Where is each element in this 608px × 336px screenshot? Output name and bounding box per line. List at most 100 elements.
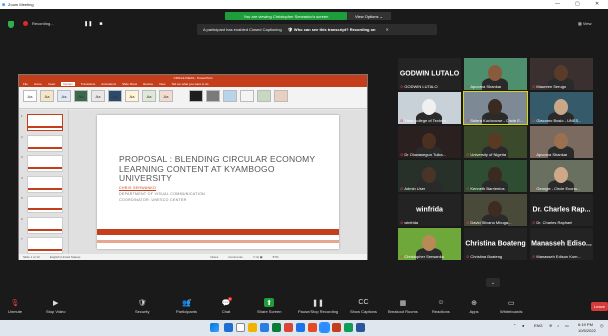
toolbar-button[interactable]: ❚❚ Pause/Stop Recording [298, 298, 338, 315]
tray-icon[interactable]: ● [522, 323, 524, 328]
close-button[interactable]: ✕ [595, 1, 599, 7]
theme-swatch[interactable]: Aa [108, 90, 122, 102]
theme-swatch[interactable]: Aa [57, 90, 71, 102]
ppt-tab[interactable]: Design [61, 82, 75, 86]
participant-tile[interactable]: ⊘Dr Oluwasegun Tuika... [398, 126, 461, 158]
clock-date[interactable]: 10/5/2022 [578, 328, 596, 333]
minimize-button[interactable]: — [555, 1, 560, 7]
variant-swatch[interactable] [223, 90, 237, 102]
theme-swatch[interactable]: Aa [40, 90, 54, 102]
participant-tile[interactable]: ⊘Maureen Serugo [530, 58, 593, 90]
transcript-visibility-link[interactable]: 🛡 Who can see this transcript? Recording… [288, 27, 376, 32]
theme-swatch[interactable]: Aa [74, 90, 88, 102]
start-menu-icon[interactable] [210, 323, 219, 332]
toolbar-button[interactable]: ⬆ Share Screen [257, 298, 281, 314]
toolbar-button[interactable]: ⊕ Apps [469, 298, 479, 315]
participant-tile[interactable]: ⊘University of Nigeria [464, 126, 527, 158]
taskbar-app-icon[interactable] [224, 323, 233, 332]
toolbar-button[interactable]: 👥 27 Participants [176, 298, 197, 314]
slide-thumbnail[interactable] [27, 155, 63, 172]
toolbar-button[interactable]: 🎙 Unmute [8, 298, 22, 315]
taskbar-app-icon[interactable] [248, 323, 257, 332]
maximize-button[interactable]: ▢ [575, 1, 580, 7]
participant-tile[interactable]: ⊘David Silvano Mbuga... [464, 194, 527, 226]
participant-tile[interactable]: GODWIN LUTALO ⊘GODWIN LUTALO [398, 58, 461, 90]
theme-swatch[interactable]: Aa [159, 90, 173, 102]
participant-name: Christopher Serwanko [404, 254, 444, 259]
slide-thumbnail[interactable] [27, 216, 63, 234]
participant-tile[interactable]: ⊘Yaba college of Techno... [398, 92, 461, 124]
tray-chevron-icon[interactable]: ⌃ [513, 323, 516, 328]
shared-screen[interactable]: CIRCLE IDEAS - PowerPoint File Home Insert… [18, 74, 368, 260]
participant-tile[interactable]: winfrida ⊘winfrida [398, 194, 461, 226]
participant-tile[interactable]: ⊘Admin User [398, 160, 461, 192]
ppt-tab[interactable]: Review [143, 82, 153, 86]
variant-swatch[interactable] [240, 90, 254, 102]
participant-tile[interactable]: ⊘Georgie - Circle Econo... [530, 160, 593, 192]
toolbar-button[interactable]: 💬 3 Chat [221, 297, 232, 314]
variant-swatch[interactable] [206, 90, 220, 102]
participant-tile[interactable]: ⊘Solera Kuciovuwe - Circle E... [463, 91, 528, 125]
slide-thumbnail[interactable] [27, 134, 63, 152]
stop-recording-button[interactable]: ■ [99, 21, 102, 27]
participant-name: Giacomo Bosio - UNES... [536, 118, 582, 123]
participant-tile[interactable]: Christina Boateng ⊘Christina Boateng [464, 228, 527, 260]
taskbar-app-icon[interactable] [356, 323, 365, 332]
slide-thumbnails: 1 2 3 4 5 6 7 [19, 110, 69, 254]
variant-swatch[interactable] [274, 90, 288, 102]
close-notification-button[interactable]: ✕ [386, 27, 389, 32]
theme-swatch[interactable]: Aa [91, 90, 105, 102]
volume-icon[interactable]: ♪ [557, 323, 559, 328]
notification-icon[interactable]: ◷ [600, 323, 604, 328]
participant-tile[interactable]: ⊘Kenneth Barrientos [464, 160, 527, 192]
taskbar-app-icon[interactable] [236, 323, 245, 332]
view-options-button[interactable]: View Options ⌄ [347, 12, 391, 20]
gallery-scroll-down-button[interactable]: ⌄ [486, 278, 500, 287]
taskbar-app-icon[interactable] [272, 323, 281, 332]
clock-time[interactable]: 6:19 PM [578, 322, 593, 327]
participant-tile[interactable]: ⊘Apoorva Shankar [464, 58, 527, 90]
language-indicator[interactable]: ENG [534, 323, 543, 328]
participant-tile[interactable]: ⊘Apoorva Shankar [530, 126, 593, 158]
taskbar-app-icon[interactable] [260, 323, 269, 332]
wifi-icon[interactable]: ≋ [549, 323, 552, 328]
toolbar-button[interactable]: ▶ Stop Video [46, 298, 66, 315]
slide-thumbnail[interactable] [27, 196, 63, 213]
participant-tile[interactable]: ⊘Giacomo Bosio - UNES... [530, 92, 593, 124]
taskbar-app-icon[interactable] [344, 323, 353, 332]
ppt-tab[interactable]: Insert [48, 82, 56, 86]
theme-swatch[interactable]: Aa [23, 90, 37, 102]
ppt-tab[interactable]: Animations [101, 82, 116, 86]
view-button[interactable]: ▦ View [578, 21, 592, 26]
variant-swatch[interactable] [257, 90, 271, 102]
taskbar-app-icon[interactable] [296, 323, 305, 332]
theme-swatch[interactable]: Aa [125, 90, 139, 102]
pause-recording-button[interactable]: ❚❚ [84, 21, 92, 27]
variant-swatch[interactable] [189, 90, 203, 102]
ppt-tab[interactable]: View [159, 82, 165, 86]
toolbar-button[interactable]: ▭ Whiteboards [500, 298, 522, 315]
toolbar-button[interactable]: 🛡 Security [135, 298, 149, 315]
toolbar-button[interactable]: ☺ Reactions [432, 298, 450, 314]
slide-thumbnail[interactable] [27, 175, 63, 193]
toolbar-button[interactable]: CC Show Captions [350, 298, 377, 314]
ppt-tab[interactable]: Tell me what you want to do [171, 82, 208, 86]
participant-tile[interactable]: ⊘Christopher Serwanko [398, 228, 461, 260]
ppt-tab[interactable]: File [23, 82, 28, 86]
ppt-tab[interactable]: Home [34, 82, 42, 86]
taskbar-app-icon[interactable] [319, 322, 330, 333]
taskbar-app-icon[interactable] [332, 323, 341, 332]
participant-tile[interactable]: Dr. Charles Rap... ⊘Dr. Charles Raphael [530, 194, 593, 226]
taskbar-app-icon[interactable] [308, 323, 317, 332]
theme-swatch[interactable]: Aa [142, 90, 156, 102]
battery-icon[interactable]: ▭ [565, 323, 569, 328]
participant-tile[interactable]: Manasseh Ediso... ⊘Manasseh Edison Kom... [530, 228, 593, 260]
slide-thumbnail[interactable] [27, 114, 63, 131]
ppt-tab[interactable]: Transitions [81, 82, 96, 86]
security-shield-icon[interactable] [8, 21, 14, 28]
ppt-tab[interactable]: Slide Show [122, 82, 137, 86]
taskbar-app-icon[interactable] [284, 323, 293, 332]
leave-button[interactable]: Leave [591, 302, 608, 311]
toolbar-button[interactable]: ▦ Breakout Rooms [388, 298, 418, 315]
slide-thumbnail[interactable] [27, 237, 63, 254]
